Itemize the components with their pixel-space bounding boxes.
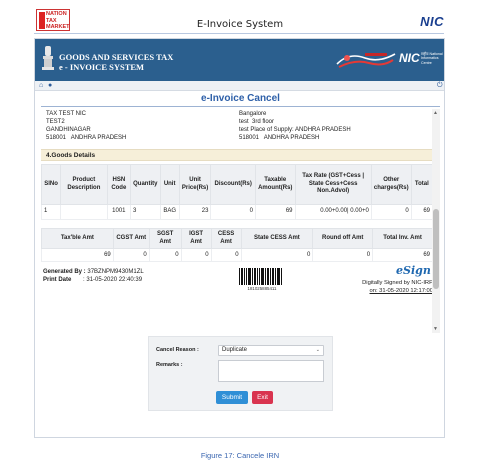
goods-cell: [60, 204, 108, 220]
totals-col-header: CESS Amt: [210, 228, 242, 249]
print-date-label: Print Date: [43, 277, 72, 283]
goods-section-title: 4.Goods Details: [46, 152, 96, 159]
submit-button[interactable]: Submit: [216, 391, 248, 404]
preview-scrollbar[interactable]: ▲ ▼: [432, 109, 440, 333]
banner-title-line2: e - INVOICE SYSTEM: [59, 62, 145, 72]
goods-col-header: Tax Rate (GST+Cess | State Cess+Cess Non…: [294, 164, 372, 205]
supplier-address: TAX TEST NIC TEST2 GANDHINAGAR 518001 AN…: [46, 111, 127, 141]
barcode-icon: [239, 268, 282, 285]
totals-col-header: SGST Amt: [148, 228, 182, 249]
totals-cell: 69: [372, 248, 433, 262]
totals-header-row: Tax'ble Amt CGST Amt SGST Amt IGST Amt C…: [41, 228, 433, 249]
totals-cell: 0: [312, 248, 374, 262]
remarks-textarea[interactable]: [218, 360, 324, 382]
goods-cell: 69: [410, 204, 434, 220]
header-divider: [34, 33, 444, 34]
generated-by-value: 37BZNPM9430M1ZL: [87, 269, 144, 275]
signed-on: on: 31-05-2020 12:17:00: [369, 287, 434, 294]
tax-campaign-logo: [336, 53, 396, 68]
totals-col-header: Tax'ble Amt: [41, 228, 114, 249]
goods-col-header: Unit Price(Rs): [178, 164, 212, 205]
goods-col-header: Quantity: [129, 164, 161, 205]
scroll-down-icon[interactable]: ▼: [433, 326, 438, 332]
goods-cell: 1001: [106, 204, 131, 220]
user-icon[interactable]: ●: [48, 82, 52, 89]
table-row: 69 0 0 0 0 0 0 69: [41, 248, 433, 262]
goods-col-header: Unit: [159, 164, 180, 205]
digital-signature-info: Digitally Signed by NIC-IRP on: 31-05-20…: [341, 280, 433, 295]
totals-cell: 0: [210, 248, 242, 262]
nic-logo: NIC: [420, 14, 444, 29]
screenshot-root: NATION TAX MARKET E-Invoice System NIC GOO…: [0, 0, 480, 468]
signed-by: Digitally Signed by NIC-IRP: [362, 280, 433, 286]
table-row: 1 1001 3 BAG 23 0 69 0.00+0.00| 0.00+0 0…: [41, 204, 434, 220]
toolbar: ⌂ ● ⏻: [35, 81, 444, 91]
totals-col-header: State CESS Amt: [240, 228, 314, 249]
goods-col-header: Total: [410, 164, 434, 205]
goods-col-header: Discount(Rs): [210, 164, 256, 205]
scroll-thumb[interactable]: [433, 209, 439, 289]
scroll-up-icon[interactable]: ▲: [433, 110, 438, 116]
goods-col-header: HSN Code: [106, 164, 131, 205]
goods-cell: 1: [41, 204, 62, 220]
figure-caption: Figure 17: Cancele IRN: [200, 451, 280, 460]
app-window: GOODS AND SERVICES TAX e - INVOICE SYSTE…: [34, 38, 445, 438]
totals-cell: 0: [240, 248, 314, 262]
totals-table: Tax'ble Amt CGST Amt SGST Amt IGST Amt C…: [41, 228, 433, 262]
goods-table: SlNo Product Description HSN Code Quanti…: [41, 164, 434, 220]
national-emblem-icon: [42, 46, 54, 70]
goods-col-header: Product Description: [60, 164, 108, 205]
power-icon[interactable]: ⏻: [437, 82, 443, 90]
goods-col-header: Taxable Amount(Rs): [254, 164, 296, 205]
totals-col-header: CGST Amt: [112, 228, 150, 249]
chevron-down-icon: ⌄: [315, 347, 320, 353]
cancel-reason-select[interactable]: Duplicate ⌄: [218, 345, 324, 356]
goods-cell: 69: [254, 204, 296, 220]
totals-col-header: Round off Amt: [312, 228, 374, 249]
totals-col-header: Total Inv. Amt: [372, 228, 433, 249]
totals-cell: 0: [180, 248, 212, 262]
esign-logo: eSign: [396, 264, 431, 277]
totals-col-header: IGST Amt: [180, 228, 212, 249]
goods-cell: 3: [129, 204, 161, 220]
totals-cell: 69: [41, 248, 114, 262]
goods-cell: BAG: [159, 204, 180, 220]
goods-col-header: Other charges(Rs): [370, 164, 412, 205]
nic-banner-logo: NIC: [399, 51, 420, 65]
cancel-form: Cancel Reason : Duplicate ⌄ Remarks : Su…: [148, 336, 333, 411]
print-date-value: 31-05-2020 22:40:39: [86, 277, 143, 283]
document-title: E-Invoice System: [196, 19, 284, 30]
goods-cell: 23: [178, 204, 212, 220]
totals-cell: 0: [148, 248, 182, 262]
goods-cell: 0: [370, 204, 412, 220]
page-title: e-Invoice Cancel: [201, 93, 280, 104]
banner-title: GOODS AND SERVICES TAX e - INVOICE SYSTE…: [59, 52, 173, 72]
cancel-reason-label: Cancel Reason :: [156, 347, 199, 353]
totals-cell: 0: [112, 248, 150, 262]
goods-cell: 0.00+0.00| 0.00+0: [294, 204, 372, 220]
invoice-preview[interactable]: TAX TEST NIC TEST2 GANDHINAGAR 518001 AN…: [41, 109, 441, 333]
nic-subtitle: राष्ट्रीय National Informatics Centre: [421, 52, 443, 65]
goods-header-row: SlNo Product Description HSN Code Quanti…: [41, 164, 434, 205]
generation-info: Generated By : 37BZNPM9430M1ZL Print Dat…: [43, 269, 144, 283]
heading-divider: [41, 106, 440, 107]
goods-cell: 0: [210, 204, 256, 220]
home-icon[interactable]: ⌂: [39, 82, 43, 89]
barcode-number: 181025885411: [247, 286, 277, 291]
banner-title-line1: GOODS AND SERVICES TAX: [59, 52, 174, 62]
app-banner: GOODS AND SERVICES TAX e - INVOICE SYSTE…: [35, 39, 444, 81]
generated-by-label: Generated By :: [43, 269, 86, 275]
exit-button[interactable]: Exit: [252, 391, 273, 404]
document-header: NATION TAX MARKET E-Invoice System NIC: [0, 0, 480, 34]
goods-section-header: 4.Goods Details: [41, 149, 433, 161]
goods-col-header: SlNo: [41, 164, 62, 205]
cancel-reason-value: Duplicate: [222, 347, 248, 353]
buyer-address: Bangalore test 3rd floor test Place of S…: [239, 111, 351, 141]
remarks-label: Remarks :: [156, 362, 183, 368]
